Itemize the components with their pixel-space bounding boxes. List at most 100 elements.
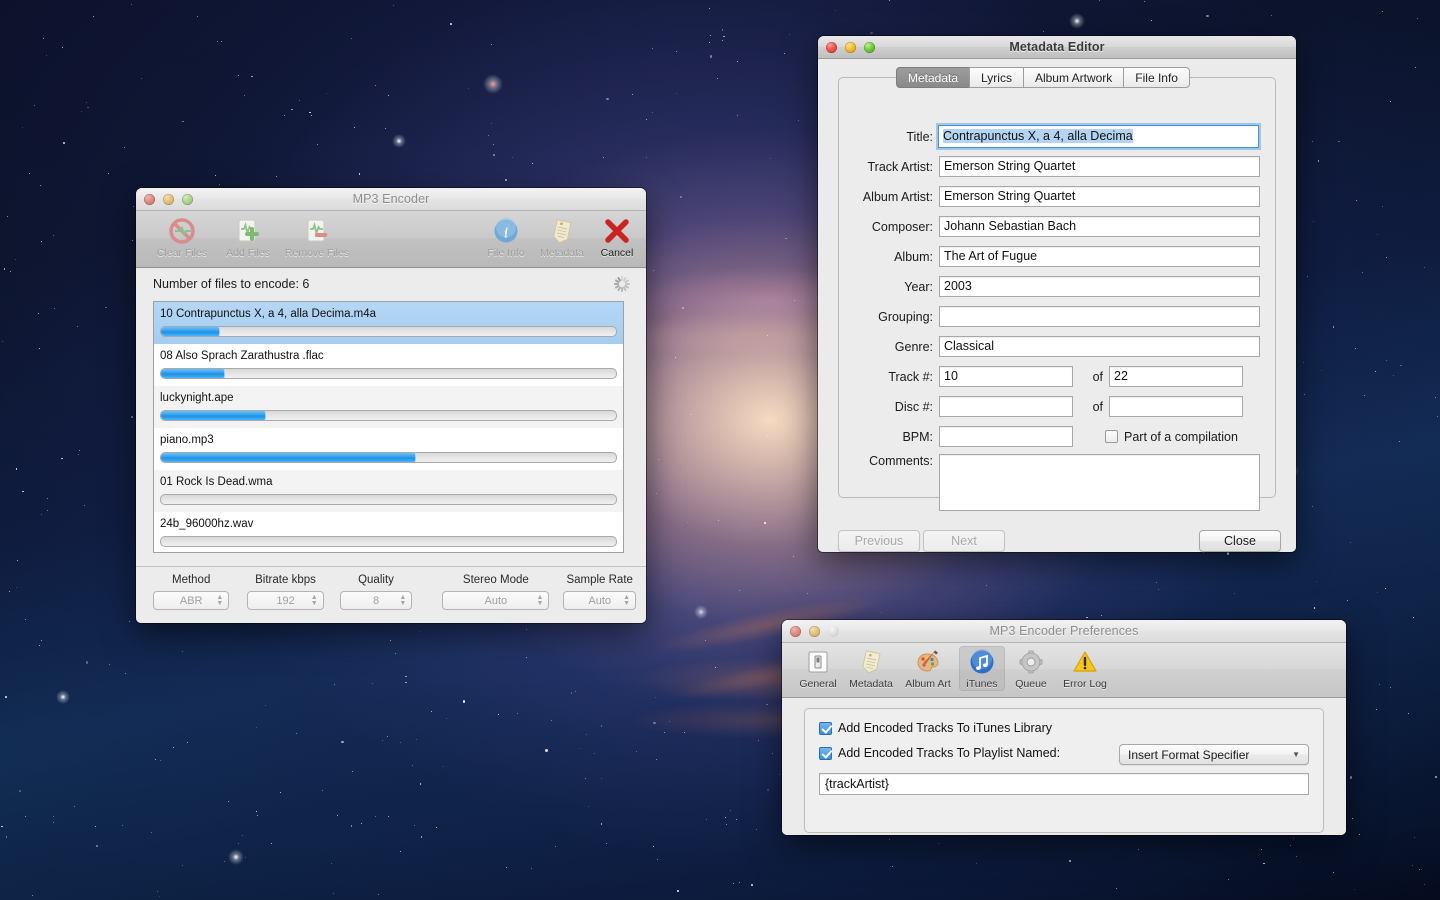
playlist-name-input[interactable]: {trackArtist}: [819, 773, 1309, 795]
zoom-button[interactable]: [864, 42, 875, 53]
label-title: Title:: [818, 130, 933, 144]
warning-triangle-icon: [1056, 646, 1114, 678]
file-count-label: Number of files to encode: 6: [153, 277, 309, 291]
file-list-item[interactable]: 24b_96000hz.wav: [154, 512, 623, 553]
input-track-number[interactable]: 10: [939, 366, 1073, 387]
file-list-item[interactable]: piano.mp3: [154, 428, 623, 470]
minimize-button[interactable]: [163, 194, 174, 205]
file-progress-bar: [160, 368, 617, 379]
toolbar-button-remove-files[interactable]: Remove Files: [283, 214, 351, 259]
input-disc-total[interactable]: [1109, 396, 1243, 417]
clear-files-icon: [148, 214, 216, 247]
file-list-item[interactable]: luckynight.ape: [154, 386, 623, 428]
close-button[interactable]: [144, 194, 155, 205]
input-comments[interactable]: [939, 454, 1260, 511]
stepper-arrows-icon[interactable]: ▲▼: [399, 595, 406, 607]
zoom-button[interactable]: [182, 194, 193, 205]
pref-tab-error-log[interactable]: Error Log: [1056, 646, 1114, 691]
mp3-encoder-window[interactable]: MP3 Encoder Clear Files Ad: [136, 188, 646, 623]
option-value: ABR: [180, 595, 203, 607]
checkbox-add-to-playlist[interactable]: [819, 747, 832, 760]
pref-tab-itunes[interactable]: iTunes: [959, 646, 1005, 691]
toolbar-button-clear-files[interactable]: Clear Files: [148, 214, 216, 259]
label-album-artist: Album Artist:: [818, 190, 933, 204]
toolbar-label-add-files: Add Files: [214, 247, 282, 259]
option-stepper[interactable]: ABR ▲▼: [153, 591, 229, 610]
tab-file-info[interactable]: File Info: [1123, 67, 1190, 88]
input-year[interactable]: 2003: [939, 276, 1260, 297]
metadata-tab-bar[interactable]: Metadata Lyrics Album Artwork File Info: [896, 67, 1190, 88]
checkbox-compilation[interactable]: [1105, 430, 1118, 443]
preferences-window[interactable]: MP3 Encoder Preferences General: [782, 620, 1346, 835]
minimize-button[interactable]: [845, 42, 856, 53]
input-disc-number[interactable]: [939, 396, 1073, 417]
option-label: Stereo Mode: [442, 574, 549, 586]
pref-tab-metadata[interactable]: Metadata: [845, 646, 897, 691]
input-grouping[interactable]: [939, 306, 1260, 327]
toolbar-button-cancel[interactable]: Cancel: [583, 214, 646, 259]
pref-tab-queue[interactable]: Queue: [1006, 646, 1056, 691]
tab-album-artwork[interactable]: Album Artwork: [1023, 67, 1123, 88]
input-album[interactable]: The Art of Fugue: [939, 246, 1260, 267]
previous-button[interactable]: Previous: [838, 530, 920, 552]
minimize-button[interactable]: [809, 626, 820, 637]
option-label: Bitrate kbps: [247, 574, 323, 586]
file-list-item[interactable]: 10 Contrapunctus X, a 4, alla Decima.m4a: [154, 302, 623, 344]
label-genre: Genre:: [818, 340, 933, 354]
row-add-to-playlist[interactable]: Add Encoded Tracks To Playlist Named:: [819, 746, 1060, 760]
input-bpm[interactable]: [939, 426, 1073, 447]
label-track-number: Track #:: [818, 370, 933, 384]
input-track-total[interactable]: 22: [1109, 366, 1243, 387]
pref-tab-album-art[interactable]: Album Art: [899, 646, 957, 691]
encode-file-list[interactable]: 10 Contrapunctus X, a 4, alla Decima.m4a…: [153, 301, 624, 553]
cancel-x-icon: [583, 214, 646, 247]
row-bpm: BPM: Part of a compilation: [818, 426, 1296, 447]
encoder-window-controls[interactable]: [144, 194, 193, 205]
input-title[interactable]: Contrapunctus X, a 4, alla Decima: [938, 125, 1259, 148]
itunes-note-icon: [959, 646, 1005, 678]
insert-format-specifier-dropdown[interactable]: Insert Format Specifier ▼: [1119, 744, 1309, 765]
stepper-arrows-icon[interactable]: ▲▼: [311, 595, 318, 607]
metadata-window-controls[interactable]: [826, 42, 875, 53]
row-disc-number: Disc #: of: [818, 396, 1296, 417]
row-comments: Comments:: [818, 454, 1296, 511]
input-track-artist[interactable]: Emerson String Quartet: [939, 156, 1260, 177]
progress-spinner-icon: [614, 276, 630, 292]
input-album-artist[interactable]: Emerson String Quartet: [939, 186, 1260, 207]
option-stepper[interactable]: Auto▲▼: [442, 591, 549, 610]
remove-files-icon: [283, 214, 351, 247]
option-stepper[interactable]: 192▲▼: [247, 591, 323, 610]
row-composer: Composer: Johann Sebastian Bach: [818, 216, 1296, 237]
file-list-item[interactable]: 01 Rock Is Dead.wma: [154, 470, 623, 512]
toolbar-button-add-files[interactable]: Add Files: [214, 214, 282, 259]
tab-metadata[interactable]: Metadata: [896, 67, 969, 88]
encoder-option: Sample RateAuto▲▼: [563, 574, 636, 610]
close-button[interactable]: [790, 626, 801, 637]
file-name: 24b_96000hz.wav: [160, 517, 617, 532]
preferences-window-controls[interactable]: [790, 626, 839, 637]
metadata-editor-window[interactable]: Metadata Editor Metadata Lyrics Album Ar…: [818, 36, 1296, 552]
stepper-arrows-icon[interactable]: ▲▼: [536, 595, 543, 607]
option-stepper[interactable]: Auto▲▼: [563, 591, 636, 610]
insert-format-specifier-label: Insert Format Specifier: [1128, 748, 1249, 762]
encoder-body: Number of files to encode: 6 10 Contrapu…: [136, 268, 646, 623]
options-divider: [136, 566, 646, 567]
label-disc-number: Disc #:: [818, 400, 933, 414]
checkbox-add-to-itunes-library[interactable]: [819, 722, 832, 735]
gear-icon: [1006, 646, 1056, 678]
input-genre[interactable]: Classical: [939, 336, 1260, 357]
pref-tab-general[interactable]: General: [792, 646, 844, 691]
toolbar-label-cancel: Cancel: [583, 247, 646, 259]
tab-lyrics[interactable]: Lyrics: [969, 67, 1023, 88]
input-composer[interactable]: Johann Sebastian Bach: [939, 216, 1260, 237]
label-track-of: of: [1073, 370, 1103, 384]
close-button-metadata[interactable]: Close: [1199, 530, 1281, 552]
next-button[interactable]: Next: [923, 530, 1005, 552]
option-stepper[interactable]: 8▲▼: [340, 591, 413, 610]
file-list-item[interactable]: 08 Also Sprach Zarathustra .flac: [154, 344, 623, 386]
stepper-arrows-icon[interactable]: ▲▼: [216, 595, 223, 607]
metadata-titlebar: Metadata Editor: [818, 36, 1296, 59]
close-button[interactable]: [826, 42, 837, 53]
stepper-arrows-icon[interactable]: ▲▼: [623, 595, 630, 607]
row-add-to-library[interactable]: Add Encoded Tracks To iTunes Library: [819, 721, 1052, 735]
